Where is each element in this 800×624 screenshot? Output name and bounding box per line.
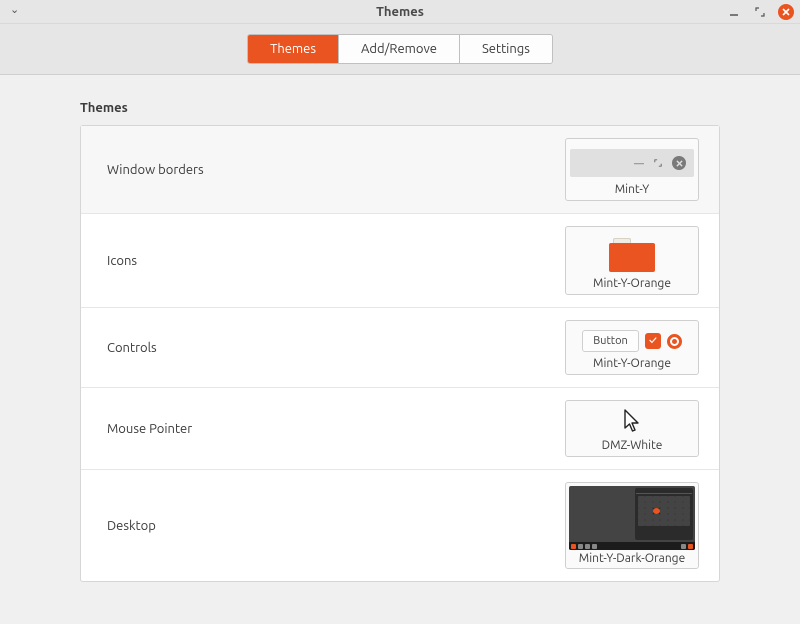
close-button[interactable]: [778, 4, 794, 20]
row-desktop: Desktop: [81, 470, 719, 581]
picker-desktop[interactable]: Mint-Y-Dark-Orange: [565, 482, 699, 569]
picker-controls[interactable]: Button ✓ Mint-Y-Orange: [565, 320, 699, 375]
taskbar-preview: [569, 542, 695, 550]
preview-maximize-icon: [654, 158, 662, 169]
row-label: Window borders: [107, 163, 204, 177]
window-controls: [726, 4, 794, 20]
cursor-arrow-icon: [623, 409, 641, 435]
preview-desktop: [569, 486, 695, 550]
preview-mouse-pointer: [570, 407, 694, 437]
tab-settings[interactable]: Settings: [460, 35, 552, 63]
picker-caption: Mint-Y-Orange: [570, 277, 694, 290]
calendar-widget-icon: [635, 488, 693, 540]
tab-themes[interactable]: Themes: [248, 35, 339, 63]
sample-radio-icon: [667, 334, 682, 349]
preview-controls: Button ✓: [570, 327, 694, 355]
tab-add-remove[interactable]: Add/Remove: [339, 35, 460, 63]
toolbar: Themes Add/Remove Settings: [0, 24, 800, 75]
section-title: Themes: [80, 101, 720, 115]
picker-caption: Mint-Y-Orange: [570, 357, 694, 370]
titlebar: ⌄ Themes: [0, 0, 800, 24]
content-area: Themes Window borders — Mint-Y: [0, 75, 800, 582]
picker-mouse-pointer[interactable]: DMZ-White: [565, 400, 699, 457]
tabstrip: Themes Add/Remove Settings: [247, 34, 553, 64]
picker-icons[interactable]: Mint-Y-Orange: [565, 226, 699, 295]
preview-close-icon: [672, 156, 686, 170]
row-icons: Icons Mint-Y-Orange: [81, 214, 719, 308]
row-mouse-pointer: Mouse Pointer DMZ-White: [81, 388, 719, 470]
row-label: Desktop: [107, 519, 156, 533]
preview-minimize-icon: —: [634, 158, 644, 169]
sample-button: Button: [582, 330, 639, 352]
sample-checkbox-icon: ✓: [645, 333, 661, 349]
app-menu-indicator-icon[interactable]: ⌄: [10, 3, 19, 16]
window-title: Themes: [0, 5, 800, 19]
picker-caption: Mint-Y-Dark-Orange: [569, 552, 695, 565]
row-controls: Controls Button ✓ Mint-Y-Orange: [81, 308, 719, 388]
picker-window-borders[interactable]: — Mint-Y: [565, 138, 699, 201]
picker-caption: DMZ-White: [570, 439, 694, 452]
themes-panel: Window borders — Mint-Y: [80, 125, 720, 582]
window-decoration-preview: —: [570, 149, 694, 177]
preview-icons: [570, 235, 694, 275]
row-window-borders: Window borders — Mint-Y: [81, 126, 719, 214]
row-label: Mouse Pointer: [107, 422, 192, 436]
controls-sample: Button ✓: [582, 330, 682, 352]
row-label: Controls: [107, 341, 157, 355]
row-label: Icons: [107, 254, 137, 268]
picker-caption: Mint-Y: [570, 183, 694, 196]
minimize-button[interactable]: [726, 4, 742, 20]
preview-window-borders: —: [570, 145, 694, 181]
maximize-button[interactable]: [752, 4, 768, 20]
folder-icon: [609, 238, 655, 272]
